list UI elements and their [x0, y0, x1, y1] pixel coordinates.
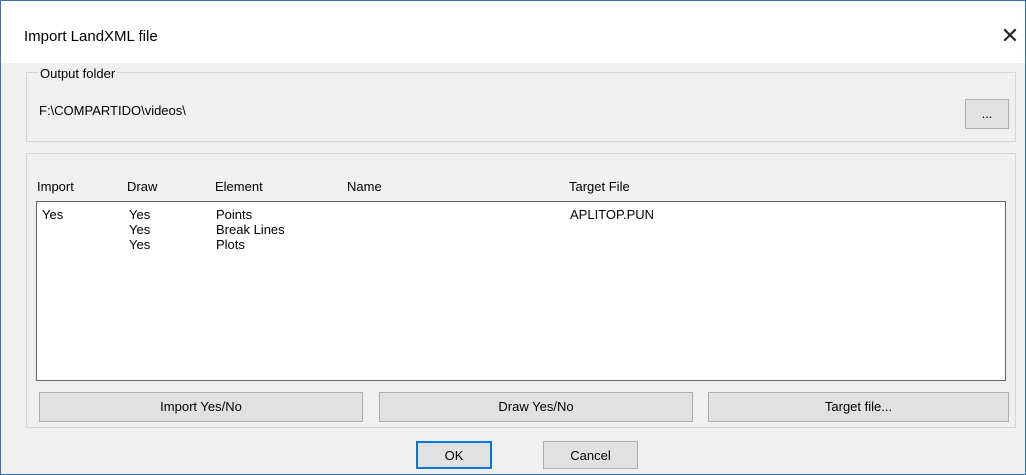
- cancel-button[interactable]: Cancel: [543, 441, 638, 469]
- draw-yes-no-button[interactable]: Draw Yes/No: [379, 392, 693, 422]
- column-header-import: Import: [37, 179, 74, 194]
- import-landxml-dialog: Import LandXML file ✕ Output folder F:\C…: [0, 0, 1026, 475]
- row-2-element[interactable]: Plots: [216, 238, 245, 252]
- column-header-draw: Draw: [127, 179, 158, 194]
- column-header-element: Element: [215, 179, 263, 194]
- dialog-title: Import LandXML file: [24, 28, 158, 45]
- output-folder-label: Output folder: [38, 66, 118, 81]
- title-bar: Import LandXML file ✕: [1, 1, 1025, 63]
- browse-folder-button[interactable]: ...: [965, 99, 1009, 129]
- row-1-element[interactable]: Break Lines: [216, 223, 285, 237]
- ok-button[interactable]: OK: [416, 441, 492, 469]
- column-header-name: Name: [347, 179, 382, 194]
- target-file-button[interactable]: Target file...: [708, 392, 1009, 422]
- close-icon[interactable]: ✕: [995, 21, 1025, 51]
- elements-list[interactable]: Yes Yes Points APLITOP.PUN Yes Break Lin…: [36, 201, 1006, 381]
- row-2-draw[interactable]: Yes: [129, 238, 150, 252]
- column-header-target-file: Target File: [569, 179, 630, 194]
- row-0-element[interactable]: Points: [216, 208, 252, 222]
- row-0-draw[interactable]: Yes: [129, 208, 150, 222]
- row-0-import[interactable]: Yes: [42, 208, 63, 222]
- row-1-draw[interactable]: Yes: [129, 223, 150, 237]
- import-yes-no-button[interactable]: Import Yes/No: [39, 392, 363, 422]
- row-0-target[interactable]: APLITOP.PUN: [570, 208, 654, 222]
- output-folder-path: F:\COMPARTIDO\videos\: [39, 103, 186, 118]
